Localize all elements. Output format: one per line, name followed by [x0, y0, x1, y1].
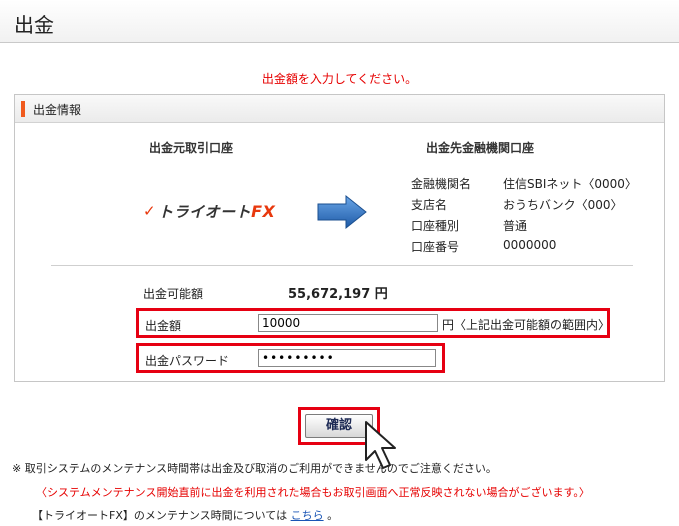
maintenance-note: ※ 取引システムのメンテナンス時間帯は出金及び取消のご利用ができませんのでご注意… — [12, 462, 497, 475]
maintenance-warning: 〈システムメンテナンス開始直前に出金を利用された場合もお取引画面へ正常反映されな… — [36, 486, 590, 499]
page-title: 出金 — [14, 13, 54, 37]
panel-title: 出金情報 — [33, 103, 82, 117]
logo-brand: トライオート — [158, 202, 252, 221]
bank-value: 住信SBIネット〈0000〉 — [503, 177, 637, 191]
amount-row: 出金額 円〈上記出金可能額の範囲内〉 — [136, 308, 610, 338]
password-input[interactable] — [258, 349, 436, 367]
maintenance-link-line: 【トライオートFX】のメンテナンス時間については こちら 。 — [32, 507, 338, 523]
logo-check-icon: ✓ — [143, 202, 157, 220]
maintenance-link-suffix: 。 — [327, 509, 339, 522]
bank-value: 0000000 — [503, 238, 557, 252]
bank-key: 口座番号 — [411, 240, 460, 254]
password-label: 出金パスワード — [145, 354, 230, 368]
right-arrow-icon — [317, 194, 367, 230]
bank-value: おうちバンク〈000〉 — [503, 198, 623, 212]
available-amount-label: 出金可能額 — [143, 287, 204, 301]
bank-key: 支店名 — [411, 198, 448, 212]
maintenance-info-link[interactable]: こちら — [291, 509, 324, 522]
bank-key: 口座種別 — [411, 219, 460, 233]
source-account-header: 出金元取引口座 — [149, 141, 234, 155]
bank-value: 普通 — [503, 219, 528, 233]
panel-header-accent — [21, 101, 25, 117]
maintenance-link-prefix: 【トライオートFX】のメンテナンス時間については — [32, 509, 288, 522]
password-row: 出金パスワード — [136, 343, 445, 373]
page-header: 出金 — [0, 0, 679, 43]
amount-unit-note: 円〈上記出金可能額の範囲内〉 — [442, 318, 611, 332]
dest-account-header: 出金先金融機関口座 — [426, 141, 535, 155]
amount-label: 出金額 — [145, 319, 182, 333]
triauto-fx-logo: ✓ トライオート FX — [143, 200, 275, 222]
panel-header: 出金情報 — [15, 95, 664, 123]
withdrawal-info-panel: 出金情報 出金元取引口座 出金先金融機関口座 ✓ トライオート FX 金融機関名… — [14, 94, 665, 382]
instruction-text: 出金額を入力してください。 — [261, 72, 418, 86]
available-amount-value: 55,672,197 円 — [288, 287, 388, 302]
logo-fx: FX — [251, 201, 276, 221]
bank-key: 金融機関名 — [411, 177, 472, 191]
amount-input[interactable] — [258, 314, 438, 332]
divider — [51, 265, 633, 266]
